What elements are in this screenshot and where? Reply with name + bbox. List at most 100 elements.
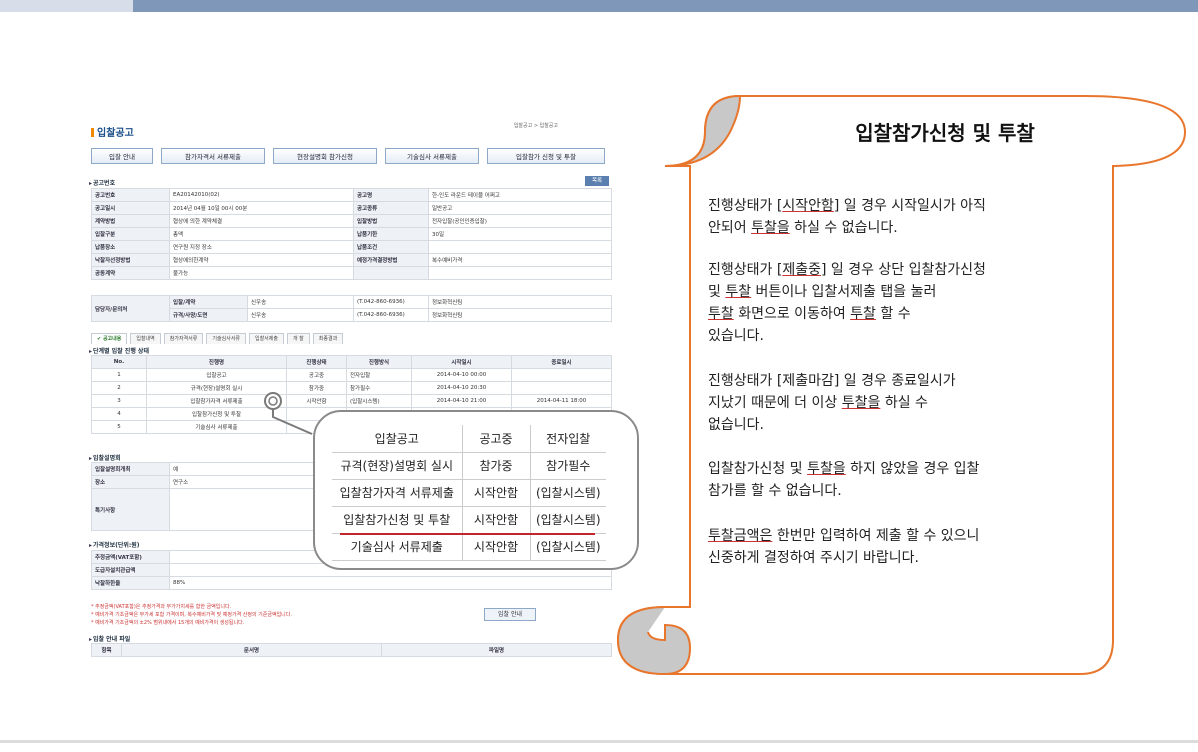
price-note: * 예비가격 기초금액은 부가세 포함 가격이며, 복수예비가격 및 예정가격 …: [91, 612, 292, 618]
info-cell: 공고종류: [353, 201, 429, 215]
table-row: 2 규격(현장)설명회 실시 참가중 참가필수 2014-04-10 20:30: [91, 381, 612, 395]
callout-cell: 입찰공고: [332, 425, 462, 453]
callout-cell: 참가중: [461, 452, 530, 480]
status-header: 진행방식: [346, 355, 412, 369]
status-header: 시작일시: [411, 355, 512, 369]
subtab-notice[interactable]: ✔ 공고내용: [91, 333, 128, 344]
callout-cell: 입찰참가자격 서류제출: [332, 479, 462, 507]
highlight-underline: [340, 533, 595, 535]
text-run: 투찰: [708, 306, 734, 322]
bid-guide-button[interactable]: 입찰 안내: [484, 608, 536, 621]
table-row: 입찰구분 총액 납품기한 30일: [91, 227, 612, 241]
text-run: 하실 수 없습니다.: [789, 220, 898, 236]
file-table: 항목 문서명 파일명: [91, 643, 612, 657]
info-cell: 입찰구분: [91, 227, 170, 241]
info-cell: 30일: [428, 227, 612, 241]
info-table: 공고번호 EA20142010(02) 공고명 한-인도 라운드 테이블 어쩌고 공고일…: [91, 188, 612, 280]
callout-cell: 시작안함: [461, 479, 530, 507]
text-run: 투찰: [725, 284, 752, 300]
contact-cell: (T.042-860-6936): [353, 295, 429, 309]
text-run: 투찰을: [751, 220, 790, 236]
callout-cell: 시작안함: [461, 506, 530, 534]
section-title: 입찰설명회: [89, 453, 121, 462]
callout-cell: (입찰시스템): [529, 506, 606, 534]
briefing-label: 입찰설명회개최: [91, 462, 170, 476]
callout-cell: 입찰참가신청 및 투찰: [332, 506, 462, 534]
text-run: 하지 않았을 경우 입찰: [845, 461, 980, 477]
top-bar: [0, 0, 1198, 12]
tab-tech-review[interactable]: 기술심사 서류제출: [385, 148, 479, 164]
tab-bid-guide[interactable]: 입찰 안내: [91, 148, 153, 164]
file-header: 문서명: [121, 643, 382, 657]
info-cell: 공고명: [353, 188, 429, 202]
file-header: 항목: [91, 643, 122, 657]
text-run: 할 수: [875, 306, 911, 322]
callout-row: 입찰참가자격 서류제출 시작안함 (입찰시스템): [332, 479, 606, 507]
status-cell: [511, 381, 612, 395]
status-cell: 2: [91, 381, 147, 395]
info-cell: 공동계약: [91, 266, 170, 280]
price-note: * 예비가격 기초금액의 ±2% 범위내에서 15개의 예비가격이 생성됩니다.: [91, 620, 245, 626]
info-cell: 공고일시: [91, 201, 170, 215]
subtab-qual-docs[interactable]: 참가자격서류: [163, 333, 204, 344]
paragraph-amount: 투찰금액은 한번만 입력하여 제출 할 수 있으니 신중하게 결정하여 주시기 …: [708, 525, 979, 569]
callout-row: 규격(현장)설명회 실시 참가중 참가필수: [332, 452, 606, 480]
banner-title: 입찰참가신청 및 투찰: [855, 121, 1035, 145]
table-row: 1 입찰공고 공고중 전자입찰 2014-04-10 00:00: [91, 368, 612, 382]
price-value: 88%: [169, 576, 612, 590]
tab-bid-apply[interactable]: 입찰참가 신청 및 투찰: [487, 148, 605, 164]
bottom-line: [0, 740, 1198, 743]
info-cell: 불가능: [169, 266, 354, 280]
price-note: * 추정금액(VAT포함)은 추정가격과 부가가치세를 합한 금액입니다.: [91, 604, 232, 610]
contact-cell: 신우송: [247, 308, 354, 322]
info-cell: 전자입찰(공인인증입찰): [428, 214, 612, 228]
status-cell: 참가필수: [346, 381, 412, 395]
subtab-bid-detail[interactable]: 입찰내역: [130, 333, 161, 344]
info-cell: [353, 266, 429, 280]
info-cell: 계약방법: [91, 214, 170, 228]
status-cell: 5: [91, 420, 147, 434]
info-cell: [428, 240, 612, 254]
list-button[interactable]: 목록: [585, 176, 609, 186]
callout-cell: 시작안함: [461, 533, 530, 561]
text-run: 투찰: [850, 306, 876, 322]
status-cell: 입찰공고: [146, 368, 287, 382]
text-run: 신중하게 결정하여 주시기 바랍니다.: [708, 550, 919, 566]
subtab-opening[interactable]: 개 찰: [286, 333, 310, 344]
info-cell: 한-인도 라운드 테이블 어쩌고: [428, 188, 612, 202]
table-row: 3 입찰참가자격 서류제출 시작안함 (입찰시스템) 2014-04-10 21:00 2…: [91, 394, 612, 408]
status-header: 종료일시: [511, 355, 612, 369]
subtab-final[interactable]: 최종결과: [312, 333, 344, 344]
contact-cell: (T.042-860-6936): [353, 308, 429, 322]
text-run: 투찰을: [807, 461, 846, 477]
text-run: 참가를 할 수 없습니다.: [708, 483, 842, 499]
briefing-label: 특기사항: [91, 488, 170, 531]
subtab-bid-submit[interactable]: 입찰서제출: [248, 333, 284, 344]
subtab-label: 공고내용: [102, 336, 122, 342]
contact-label: 담당자/문의처: [91, 295, 170, 322]
info-cell: 2014년 04월 10일 00시 00분: [169, 201, 354, 215]
tab-briefing[interactable]: 현장설명회 참가신청: [273, 148, 377, 164]
price-label: 낙찰하한율: [91, 576, 170, 590]
tab-qualification[interactable]: 참가자격서 서류제출: [161, 148, 265, 164]
subtab-tech-docs[interactable]: 기술심사서류: [206, 333, 246, 344]
text-run: 한번만 입력하여 제출 할 수 있으니: [772, 528, 980, 544]
paragraph-submitting: 진행상태가 [제출중] 일 경우 상단 입찰참가신청 및 투찰 버튼이나 입찰서…: [708, 259, 986, 347]
status-cell: 2014-04-11 18:00: [511, 394, 612, 408]
top-bar-accent: [0, 0, 133, 12]
callout-row: 입찰공고 공고중 전자입찰: [332, 425, 606, 453]
info-cell: 총액: [169, 227, 354, 241]
status-cell: 4: [91, 407, 147, 421]
paragraph-closed: 진행상태가 [제출마감] 일 경우 종료일시가 지났기 때문에 더 이상 투찰을…: [708, 370, 956, 436]
status-cell: 공고중: [286, 368, 347, 382]
callout-cell: 참가필수: [529, 452, 606, 480]
info-cell: 입찰방법: [353, 214, 429, 228]
text-run: 시작안함: [782, 198, 834, 214]
callout-cell: 전자입찰: [529, 425, 606, 453]
table-row: 공고일시 2014년 04월 10일 00시 00분 공고종류 일반공고: [91, 201, 612, 215]
text-run: 없습니다.: [708, 417, 764, 433]
callout-table: 입찰공고 공고중 전자입찰 규격(현장)설명회 실시 참가중 참가필수 입찰참가자격 서류제…: [332, 425, 606, 561]
info-cell: 협상에 의한 계약체결: [169, 214, 354, 228]
info-cell: 일반공고: [428, 201, 612, 215]
text-run: 진행상태가 [제출마감] 일 경우 종료일시가: [708, 373, 956, 389]
